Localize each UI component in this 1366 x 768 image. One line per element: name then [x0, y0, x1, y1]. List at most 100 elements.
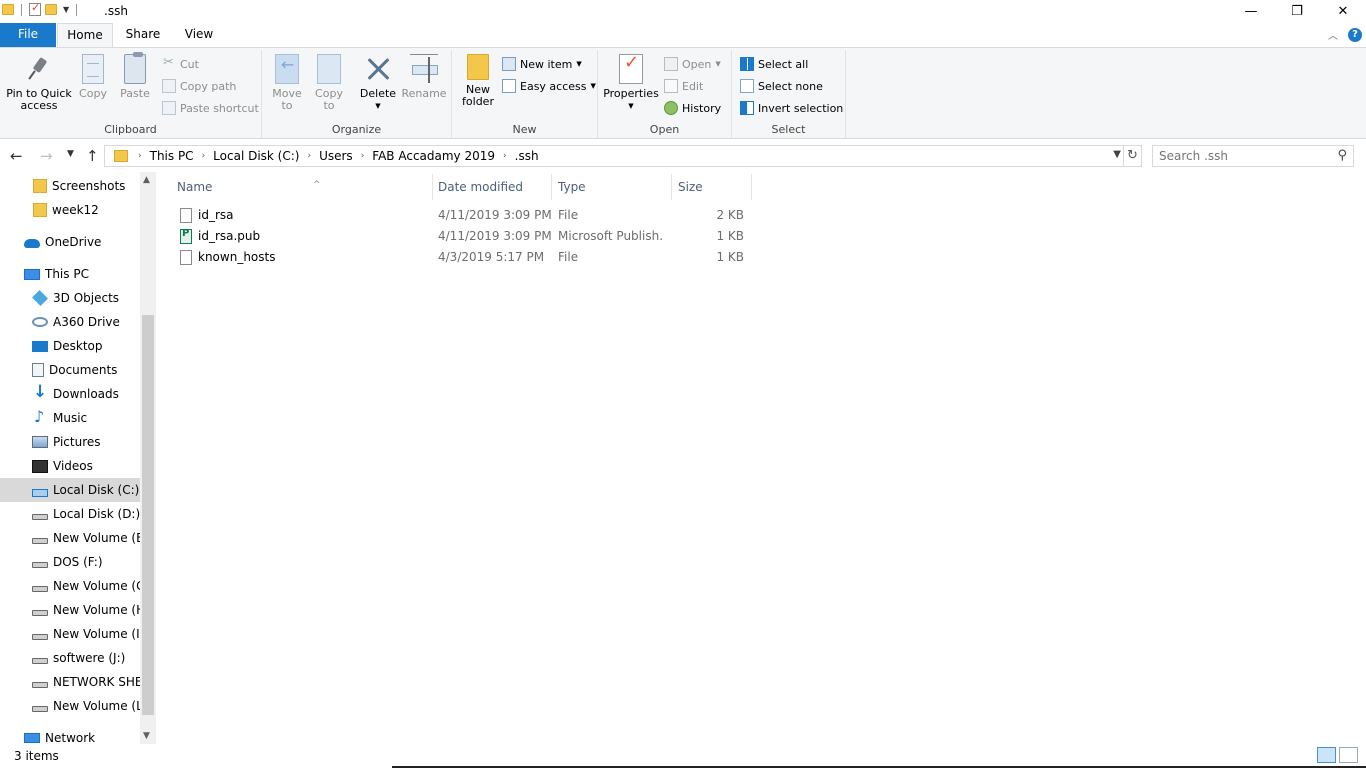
cut-button[interactable]: Cut	[162, 54, 199, 74]
nav-item-network[interactable]: Network	[0, 726, 140, 744]
forward-arrow-icon[interactable]: →	[40, 147, 53, 165]
delete-chevron-down-icon[interactable]: ▼	[358, 100, 398, 112]
copy-to-button[interactable]: Copy to	[310, 54, 348, 112]
history-button[interactable]: History	[664, 98, 721, 118]
nav-item-onedrive[interactable]: OneDrive	[0, 230, 140, 254]
nav-item-week12[interactable]: week12	[0, 198, 140, 222]
tab-file[interactable]: File	[0, 23, 56, 47]
nav-item-this-pc[interactable]: This PC	[0, 262, 140, 286]
close-button[interactable]: ✕	[1320, 0, 1366, 22]
nav-item-screenshots[interactable]: Screenshots	[0, 174, 140, 198]
rename-button[interactable]: Rename	[400, 54, 448, 100]
column-header-name[interactable]: Name ^	[171, 174, 433, 200]
nav-item-dos-f[interactable]: DOS (F:)	[0, 550, 140, 574]
open-button[interactable]: Open ▼	[664, 54, 721, 74]
nav-item-label: Screenshots	[52, 179, 126, 193]
cut-label: Cut	[180, 57, 199, 71]
easy-access-button[interactable]: Easy access ▼	[502, 76, 596, 96]
edit-button[interactable]: Edit	[664, 76, 703, 96]
nav-item-label: OneDrive	[45, 235, 102, 249]
properties-chevron-down-icon[interactable]: ▼	[602, 100, 660, 112]
copy-button[interactable]: Copy	[76, 54, 110, 100]
paste-button[interactable]: Paste	[118, 52, 152, 100]
new-folder-icon[interactable]	[45, 4, 57, 15]
recent-locations-chevron-icon[interactable]: ▼	[67, 149, 74, 159]
search-icon[interactable]: ⚲	[1337, 148, 1347, 163]
nav-item-new-volume-g[interactable]: New Volume (G:	[0, 574, 140, 598]
nav-item-pictures[interactable]: Pictures	[0, 430, 140, 454]
pin-to-quick-access-button[interactable]: Pin to Quick access	[6, 54, 72, 112]
copy-icon	[82, 54, 104, 84]
search-input[interactable]	[1159, 146, 1329, 166]
minimize-button[interactable]: —	[1228, 0, 1274, 22]
nav-item-new-volume-e[interactable]: New Volume (E:)	[0, 526, 140, 550]
file-row-known-hosts[interactable]: known_hosts 4/3/2019 5:17 PM File 1 KB	[174, 247, 754, 268]
nav-item-label: New Volume (E:)	[53, 531, 140, 545]
file-row-id-rsa[interactable]: id_rsa 4/11/2019 3:09 PM File 2 KB	[174, 205, 754, 226]
move-to-button[interactable]: Move to	[268, 54, 306, 112]
invert-selection-label: Invert selection	[758, 101, 844, 115]
scroll-down-chevron-icon[interactable]: ▼	[143, 731, 150, 741]
refresh-icon[interactable]: ↻	[1124, 145, 1142, 167]
drive-icon	[32, 514, 48, 520]
maximize-button[interactable]: ❐	[1274, 0, 1320, 22]
nav-item-new-volume-l[interactable]: New Volume (L:)	[0, 694, 140, 718]
scroll-up-chevron-icon[interactable]: ▲	[143, 175, 150, 185]
customize-toolbar-chevron-icon[interactable]: ▼	[63, 5, 69, 14]
new-folder-button[interactable]: New folder	[460, 54, 496, 108]
nav-item-music[interactable]: Music	[0, 406, 140, 430]
back-arrow-icon[interactable]: ←	[10, 147, 23, 165]
details-view-icon[interactable]	[1317, 747, 1336, 763]
tab-share[interactable]: Share	[118, 23, 168, 47]
collapse-ribbon-chevron-icon[interactable]: ︿	[1328, 27, 1338, 42]
nav-item-new-volume-i[interactable]: New Volume (I:)	[0, 622, 140, 646]
breadcrumb-chevron-icon[interactable]: ›	[361, 151, 365, 161]
tab-home[interactable]: Home	[57, 23, 113, 48]
new-item-button[interactable]: New item ▼	[502, 54, 582, 74]
paste-shortcut-button[interactable]: Paste shortcut	[162, 98, 259, 118]
nav-item-a360-drive[interactable]: A360 Drive	[0, 310, 140, 334]
column-header-size[interactable]: Size	[672, 174, 752, 200]
scrollbar-thumb[interactable]	[142, 315, 154, 715]
delete-button[interactable]: Delete ▼	[358, 54, 398, 112]
search-box[interactable]: ⚲	[1152, 145, 1354, 167]
breadcrumb-chevron-icon[interactable]: ›	[202, 151, 206, 161]
new-group: New folder New item ▼ Easy access ▼ New	[452, 50, 598, 138]
nav-item-network-share[interactable]: NETWORK SHER	[0, 670, 140, 694]
nav-item-desktop[interactable]: Desktop	[0, 334, 140, 358]
breadcrumb-this-pc[interactable]: This PC	[150, 149, 194, 163]
nav-item-videos[interactable]: Videos	[0, 454, 140, 478]
file-icon	[180, 250, 192, 265]
breadcrumb-chevron-icon[interactable]: ›	[138, 151, 142, 161]
nav-item-new-volume-h[interactable]: New Volume (H:	[0, 598, 140, 622]
properties-icon[interactable]	[29, 1, 41, 16]
nav-item-downloads[interactable]: Downloads	[0, 382, 140, 406]
nav-item-softwere-j[interactable]: softwere (J:)	[0, 646, 140, 670]
select-none-button[interactable]: Select none	[740, 76, 823, 96]
properties-button[interactable]: Properties ▼	[602, 54, 660, 112]
history-icon	[664, 101, 678, 115]
up-arrow-icon[interactable]: ↑	[86, 147, 99, 165]
large-icons-view-icon[interactable]	[1339, 747, 1358, 763]
breadcrumb-chevron-icon[interactable]: ›	[307, 151, 311, 161]
address-bar[interactable]: › This PC › Local Disk (C:) › Users › FA…	[104, 145, 1124, 167]
nav-item-documents[interactable]: Documents	[0, 358, 140, 382]
breadcrumb-ssh[interactable]: .ssh	[515, 149, 539, 163]
nav-item-local-disk-c[interactable]: Local Disk (C:)	[0, 478, 140, 502]
breadcrumb-chevron-icon[interactable]: ›	[503, 151, 507, 161]
column-header-type[interactable]: Type	[552, 174, 672, 200]
copy-path-button[interactable]: Copy path	[162, 76, 236, 96]
breadcrumb-fab-accadamy[interactable]: FAB Accadamy 2019	[372, 149, 495, 163]
column-header-date-modified[interactable]: Date modified	[432, 174, 552, 200]
navigation-pane-scrollbar[interactable]: ▲ ▼	[140, 172, 156, 744]
nav-item-local-disk-d[interactable]: Local Disk (D:)	[0, 502, 140, 526]
breadcrumb-local-disk-c[interactable]: Local Disk (C:)	[213, 149, 299, 163]
file-row-id-rsa-pub[interactable]: id_rsa.pub 4/11/2019 3:09 PM Microsoft P…	[174, 226, 754, 247]
help-icon[interactable]: ?	[1348, 27, 1362, 42]
address-history-chevron-down-icon[interactable]: ▼	[1113, 149, 1121, 160]
breadcrumb-users[interactable]: Users	[319, 149, 353, 163]
select-all-button[interactable]: Select all	[740, 54, 808, 74]
nav-item-3d-objects[interactable]: 3D Objects	[0, 286, 140, 310]
tab-view[interactable]: View	[176, 23, 222, 47]
invert-selection-button[interactable]: Invert selection	[740, 98, 843, 118]
